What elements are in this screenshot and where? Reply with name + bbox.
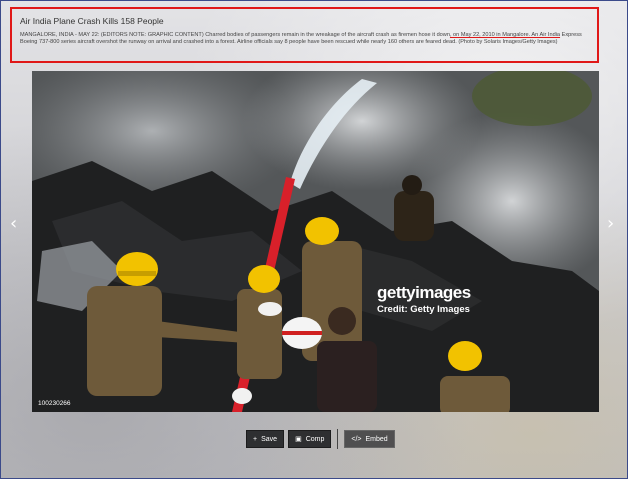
save-label: Save [261, 435, 278, 443]
caption-title: Air India Plane Crash Kills 158 People [20, 16, 164, 26]
embed-label: Embed [365, 435, 388, 443]
previous-image-arrow-icon[interactable]: ‹ [10, 213, 17, 234]
watermark-brand: gettyimages [377, 283, 471, 302]
plus-icon: + [253, 435, 258, 443]
watermark-credit: Credit: Getty Images [377, 304, 470, 315]
news-photo: gettyimages Credit: Getty Images 1002302… [32, 71, 599, 412]
caption-text-underlined: , on May 22, 2010 in Mangalore. An Air I… [449, 32, 561, 38]
photo-id: 100230266 [38, 400, 71, 407]
next-image-arrow-icon[interactable]: › [607, 213, 614, 234]
comp-label: Comp [305, 435, 325, 443]
code-icon: </> [351, 435, 362, 443]
viewer-frame: Air India Plane Crash Kills 158 People M… [0, 0, 628, 479]
download-comp-icon: ▣ [295, 436, 302, 443]
embed-button[interactable]: </> Embed [344, 430, 395, 448]
divider [337, 429, 339, 449]
watermark: gettyimages Credit: Getty Images [377, 283, 471, 315]
save-button[interactable]: + Save [246, 430, 285, 448]
action-bar: + Save ▣ Comp </> Embed [246, 429, 399, 449]
caption-highlight-box: Air India Plane Crash Kills 158 People M… [10, 7, 599, 63]
caption-body: MANGALORE, INDIA - MAY 22: (EDITORS NOTE… [20, 32, 589, 46]
comp-button[interactable]: ▣ Comp [288, 430, 332, 448]
photo-illustration [32, 71, 599, 412]
caption-text-start: MANGALORE, INDIA - MAY 22: (EDITORS NOTE… [20, 32, 450, 38]
